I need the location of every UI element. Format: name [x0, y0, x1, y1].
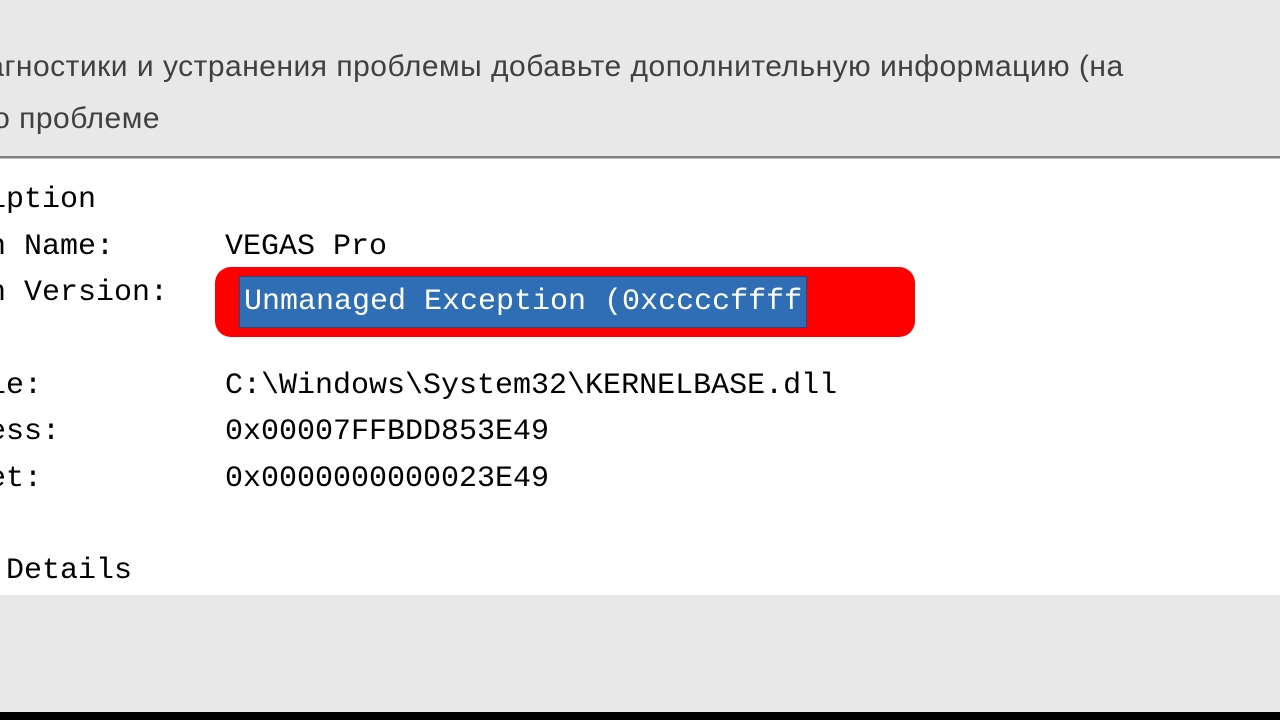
- name-label: on Name:: [0, 224, 225, 271]
- module-value: C:\Windows\System32\KERNELBASE.dll: [225, 363, 837, 410]
- address-value: 0x00007FFBDD853E49: [225, 409, 549, 456]
- description-header-row: ription: [0, 177, 1280, 224]
- header-section: иагностики и устранения проблемы добавьт…: [0, 0, 1280, 158]
- address-label: ress:: [0, 409, 225, 456]
- fault-offset-row: set: 0x0000000000023E49: [0, 456, 1280, 503]
- header-instruction-line-2: т о проблеме: [0, 102, 1280, 136]
- fault-module-row: ule: C:\Windows\System32\KERNELBASE.dll: [0, 363, 1280, 410]
- name-value: VEGAS Pro: [225, 224, 387, 271]
- exception-highlight-box: Unmanaged Exception (0xccccffff: [215, 267, 915, 337]
- application-name-row: on Name: VEGAS Pro: [0, 224, 1280, 271]
- exception-text-selected[interactable]: Unmanaged Exception (0xccccffff: [239, 276, 807, 329]
- offset-label: set:: [0, 456, 225, 503]
- details-section-header-row: s Details: [0, 548, 1280, 595]
- bottom-black-bar: [0, 712, 1280, 720]
- details-panel: ription on Name: VEGAS Pro on Version: U…: [0, 158, 1280, 595]
- description-label: ription: [0, 177, 225, 224]
- spacer: [0, 502, 1280, 548]
- fault-address-row: ress: 0x00007FFBDD853E49: [0, 409, 1280, 456]
- details-section-label: s Details: [0, 548, 225, 595]
- version-label: on Version:: [0, 270, 225, 317]
- header-instruction-line-1: иагностики и устранения проблемы добавьт…: [0, 50, 1280, 84]
- error-details: ription on Name: VEGAS Pro on Version: U…: [0, 159, 1280, 595]
- module-label: ule:: [0, 363, 225, 410]
- offset-value: 0x0000000000023E49: [225, 456, 549, 503]
